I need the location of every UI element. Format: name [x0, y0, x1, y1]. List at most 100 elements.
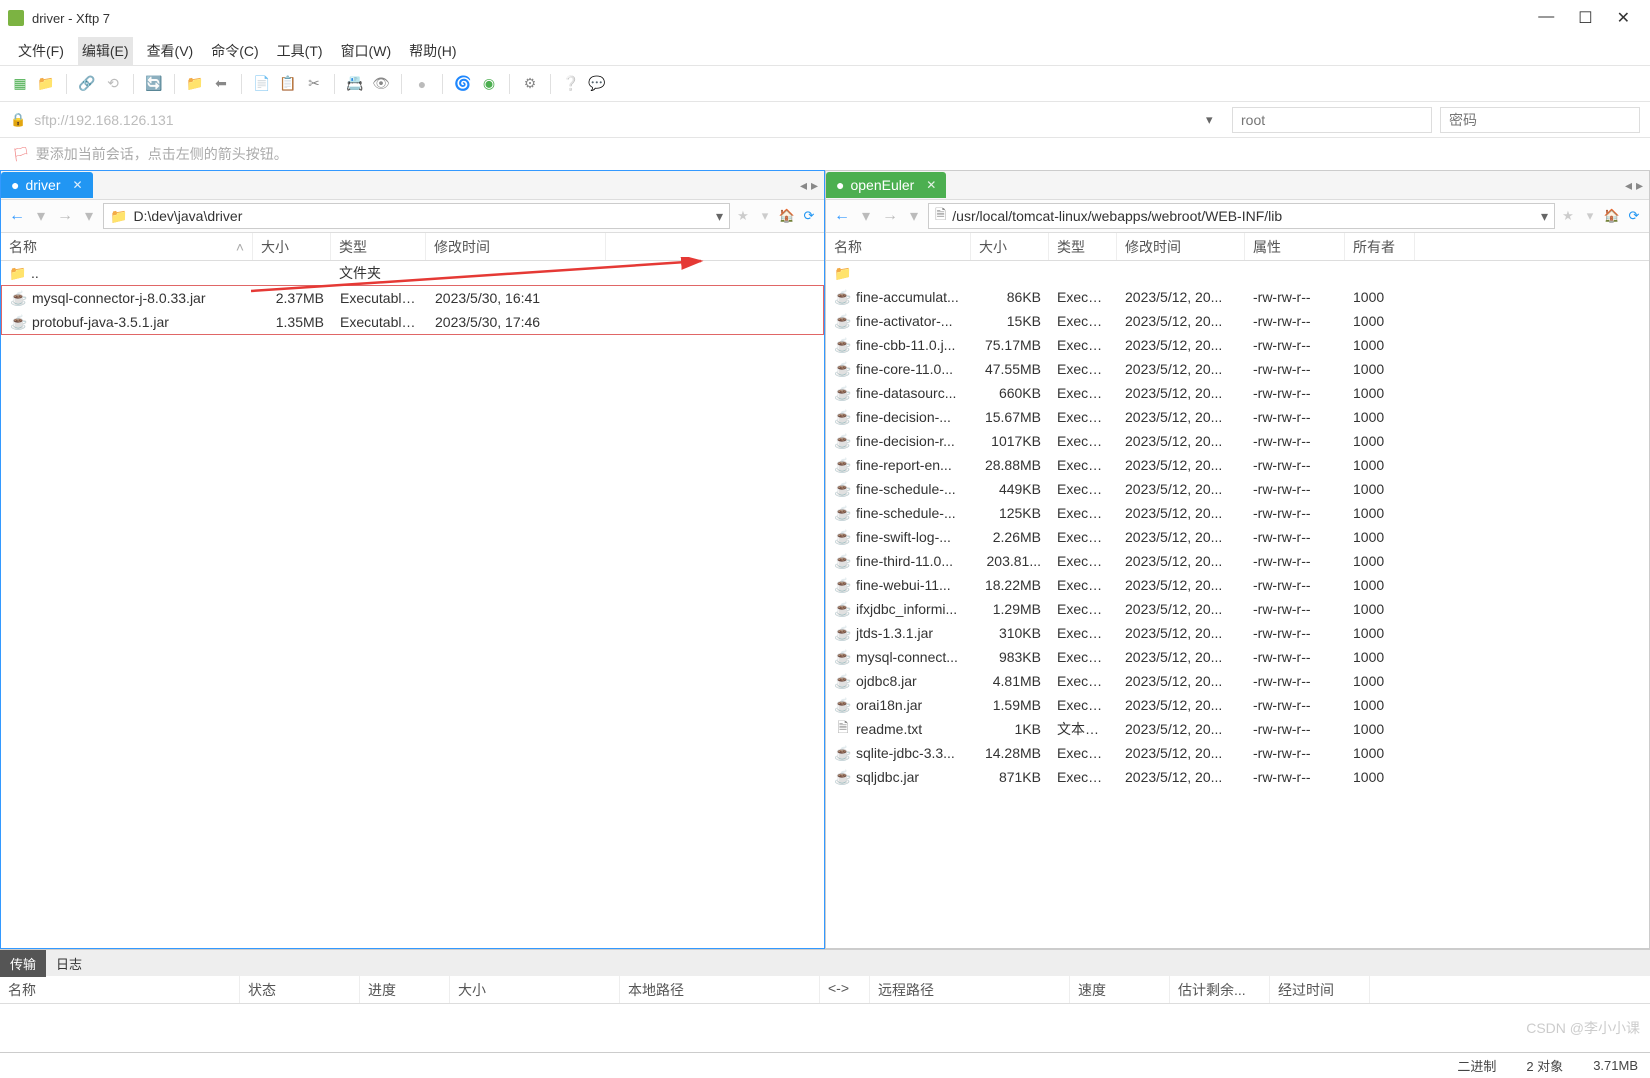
tab-prev-icon[interactable]: ◂	[800, 177, 807, 194]
remote-tab[interactable]: ● openEuler ✕	[826, 172, 946, 198]
tcol-elapsed[interactable]: 经过时间	[1270, 976, 1370, 1003]
chat-icon[interactable]: 💬	[587, 74, 607, 94]
col-type[interactable]: 类型	[1049, 233, 1117, 260]
col-owner[interactable]: 所有者	[1345, 233, 1415, 260]
local-filelist[interactable]: 📁.. 文件夹 ☕mysql-connector-j-8.0.33.jar 2.…	[1, 261, 824, 948]
swirl-icon[interactable]: 🌀	[453, 74, 473, 94]
home-icon[interactable]: 🏠	[778, 207, 796, 225]
back-icon[interactable]: ←	[832, 207, 852, 225]
close-button[interactable]: ✕	[1617, 8, 1630, 28]
close-icon[interactable]: ✕	[72, 178, 82, 192]
file-row[interactable]: ☕fine-schedule-...125KBExecut...2023/5/1…	[826, 501, 1649, 525]
star-dd-icon[interactable]: ▾	[756, 207, 774, 225]
open-folder-icon[interactable]: 📁	[36, 74, 56, 94]
file-row[interactable]: ☕sqlite-jdbc-3.3...14.28MBExecut...2023/…	[826, 741, 1649, 765]
parent-dir-row[interactable]: 📁	[826, 261, 1649, 285]
close-icon[interactable]: ✕	[926, 178, 936, 192]
back-dd-icon[interactable]: ▾	[856, 206, 876, 226]
tcol-eta[interactable]: 估计剩余...	[1170, 976, 1270, 1003]
back-icon[interactable]: ←	[7, 207, 27, 225]
col-name[interactable]: 名称˄	[1, 233, 253, 260]
minimize-button[interactable]: —	[1538, 8, 1554, 28]
col-attr[interactable]: 属性	[1245, 233, 1345, 260]
tab-next-icon[interactable]: ▸	[811, 177, 818, 194]
tab-log[interactable]: 日志	[46, 950, 92, 977]
remote-path-input[interactable]: 🗎 /usr/local/tomcat-linux/webapps/webroo…	[928, 203, 1555, 229]
file-row[interactable]: ☕fine-core-11.0...47.55MBExecut...2023/5…	[826, 357, 1649, 381]
tcol-name[interactable]: 名称	[0, 976, 240, 1003]
new-session-icon[interactable]: ▦	[10, 74, 30, 94]
col-type[interactable]: 类型	[331, 233, 426, 260]
refresh-icon[interactable]: ⟳	[1625, 207, 1643, 225]
star-icon[interactable]: ★	[1559, 207, 1577, 225]
username-input[interactable]	[1232, 107, 1432, 133]
menu-window[interactable]: 窗口(W)	[337, 37, 396, 65]
file-row[interactable]: ☕sqljdbc.jar871KBExecut...2023/5/12, 20.…	[826, 765, 1649, 789]
paste-icon[interactable]: 📋	[278, 74, 298, 94]
password-input[interactable]	[1440, 107, 1640, 133]
menu-help[interactable]: 帮助(H)	[405, 37, 460, 65]
tab-prev-icon[interactable]: ◂	[1625, 177, 1632, 194]
tcol-dir[interactable]: <->	[820, 976, 870, 1003]
file-row[interactable]: ☕ojdbc8.jar4.81MBExecut...2023/5/12, 20.…	[826, 669, 1649, 693]
forward-dd-icon[interactable]: ▾	[79, 206, 99, 226]
status-green-icon[interactable]: ◉	[479, 74, 499, 94]
parent-dir-row[interactable]: 📁.. 文件夹	[1, 261, 824, 285]
col-size[interactable]: 大小	[253, 233, 331, 260]
link-icon[interactable]: 🔗	[77, 74, 97, 94]
file-row[interactable]: ☕fine-cbb-11.0.j...75.17MBExecut...2023/…	[826, 333, 1649, 357]
tcol-progress[interactable]: 进度	[360, 976, 450, 1003]
star-dd-icon[interactable]: ▾	[1581, 207, 1599, 225]
forward-icon[interactable]: →	[880, 207, 900, 225]
view-icon[interactable]: 👁	[371, 74, 391, 94]
maximize-button[interactable]: ☐	[1578, 8, 1592, 28]
file-row[interactable]: ☕fine-schedule-...449KBExecut...2023/5/1…	[826, 477, 1649, 501]
file-row[interactable]: ☕fine-webui-11...18.22MBExecut...2023/5/…	[826, 573, 1649, 597]
file-row[interactable]: ☕orai18n.jar1.59MBExecut...2023/5/12, 20…	[826, 693, 1649, 717]
remote-filelist[interactable]: 📁 ☕fine-accumulat...86KBExecut...2023/5/…	[826, 261, 1649, 948]
file-row[interactable]: ☕jtds-1.3.1.jar310KBExecut...2023/5/12, …	[826, 621, 1649, 645]
file-row[interactable]: ☕ifxjdbc_informi...1.29MBExecut...2023/5…	[826, 597, 1649, 621]
local-tab[interactable]: ● driver ✕	[1, 172, 93, 198]
menu-tool[interactable]: 工具(T)	[273, 37, 327, 65]
menu-view[interactable]: 查看(V)	[143, 37, 198, 65]
col-modified[interactable]: 修改时间	[426, 233, 606, 260]
file-row[interactable]: ☕mysql-connect...983KBExecut...2023/5/12…	[826, 645, 1649, 669]
cut-icon[interactable]: ✂	[304, 74, 324, 94]
star-icon[interactable]: ★	[734, 207, 752, 225]
tcol-remote[interactable]: 远程路径	[870, 976, 1070, 1003]
properties-icon[interactable]: 📇	[345, 74, 365, 94]
back-dd-icon[interactable]: ▾	[31, 206, 51, 226]
file-row[interactable]: ☕fine-accumulat...86KBExecut...2023/5/12…	[826, 285, 1649, 309]
menu-edit[interactable]: 编辑(E)	[78, 37, 133, 65]
chevron-down-icon[interactable]: ▾	[1541, 208, 1548, 225]
file-row[interactable]: ☕fine-decision-r...1017KBExecut...2023/5…	[826, 429, 1649, 453]
transfer-left-icon[interactable]: ⬅	[211, 74, 231, 94]
col-modified[interactable]: 修改时间	[1117, 233, 1245, 260]
file-row[interactable]: ☕fine-datasourc...660KBExecut...2023/5/1…	[826, 381, 1649, 405]
tcol-size[interactable]: 大小	[450, 976, 620, 1003]
menu-file[interactable]: 文件(F)	[14, 37, 68, 65]
col-name[interactable]: 名称	[826, 233, 971, 260]
home-icon[interactable]: 🏠	[1603, 207, 1621, 225]
file-row[interactable]: ☕fine-report-en...28.88MBExecut...2023/5…	[826, 453, 1649, 477]
file-row[interactable]: 🗎readme.txt1KB文本文档2023/5/12, 20...-rw-rw…	[826, 717, 1649, 741]
file-row[interactable]: ☕fine-decision-...15.67MBExecut...2023/5…	[826, 405, 1649, 429]
local-path-input[interactable]: 📁 D:\dev\java\driver ▾	[103, 203, 730, 229]
tab-transfer[interactable]: 传输	[0, 950, 46, 977]
tcol-local[interactable]: 本地路径	[620, 976, 820, 1003]
file-row[interactable]: ☕fine-swift-log-...2.26MBExecut...2023/5…	[826, 525, 1649, 549]
forward-icon[interactable]: →	[55, 207, 75, 225]
copy-icon[interactable]: 📄	[252, 74, 272, 94]
chevron-down-icon[interactable]: ▾	[716, 208, 723, 225]
tab-next-icon[interactable]: ▸	[1636, 177, 1643, 194]
gear-icon[interactable]: ⚙	[520, 74, 540, 94]
sync-icon[interactable]: 🔄	[144, 74, 164, 94]
file-row[interactable]: ☕mysql-connector-j-8.0.33.jar 2.37MB Exe…	[2, 286, 823, 310]
reconnect-icon[interactable]: ⟲	[103, 74, 123, 94]
tcol-speed[interactable]: 速度	[1070, 976, 1170, 1003]
address-url[interactable]: sftp://192.168.126.131	[34, 112, 1198, 128]
col-size[interactable]: 大小	[971, 233, 1049, 260]
new-folder-icon[interactable]: 📁	[185, 74, 205, 94]
tcol-status[interactable]: 状态	[240, 976, 360, 1003]
